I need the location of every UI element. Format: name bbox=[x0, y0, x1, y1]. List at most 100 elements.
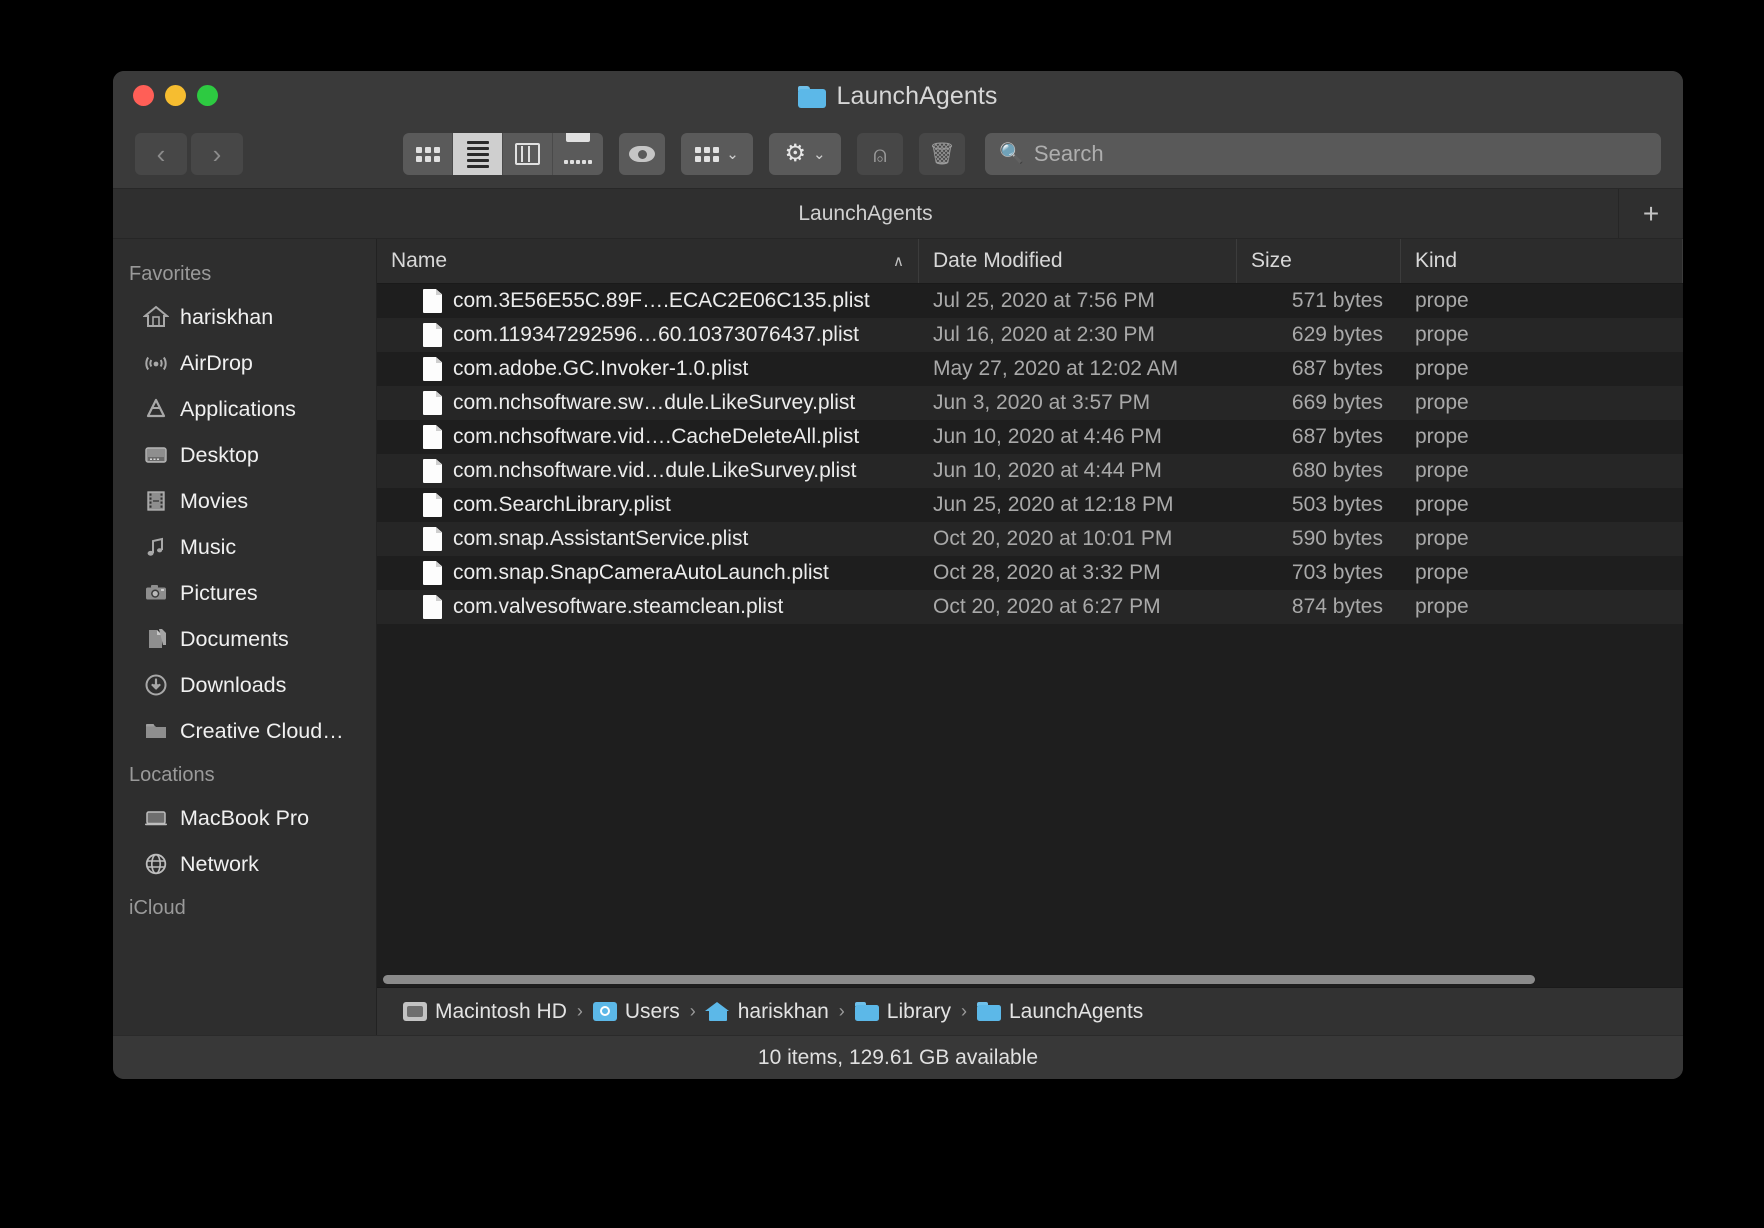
breadcrumb-hariskhan[interactable]: hariskhan bbox=[706, 1000, 829, 1024]
cell-kind: prope bbox=[1415, 357, 1469, 380]
tab-launchagents[interactable]: LaunchAgents bbox=[113, 189, 1619, 238]
sidebar-item-label: Creative Cloud… bbox=[180, 718, 344, 743]
breadcrumb-users[interactable]: Users bbox=[592, 1000, 680, 1024]
cell-date-modified: Jun 25, 2020 at 12:18 PM bbox=[933, 493, 1174, 516]
column-header-size[interactable]: Size bbox=[1237, 239, 1401, 283]
forward-button[interactable]: › bbox=[191, 133, 243, 175]
cell-size: 687 bytes bbox=[1291, 425, 1383, 448]
pictures-icon bbox=[143, 580, 169, 606]
file-name-label: com.3E56E55C.89F….ECAC2E06C135.plist bbox=[453, 289, 870, 312]
share-button[interactable]: ⍝ bbox=[857, 133, 903, 175]
table-row[interactable]: com.nchsoftware.vid…dule.LikeSurvey.plis… bbox=[377, 454, 1683, 488]
table-row[interactable]: com.adobe.GC.Invoker-1.0.plist May 27, 20… bbox=[377, 352, 1683, 386]
cell-name: com.adobe.GC.Invoker-1.0.plist bbox=[377, 357, 919, 381]
sidebar-item-creative-cloud[interactable]: Creative Cloud… bbox=[113, 708, 376, 754]
chevron-right-icon: › bbox=[212, 139, 222, 169]
sidebar-section-header-icloud: iCloud bbox=[129, 897, 186, 919]
sidebar-section-header-locations: Locations bbox=[129, 764, 215, 786]
view-as-gallery-button[interactable] bbox=[553, 133, 603, 175]
view-as-columns-button[interactable] bbox=[503, 133, 553, 175]
sidebar-item-network[interactable]: Network bbox=[113, 841, 376, 887]
search-field[interactable]: 🔍 bbox=[985, 133, 1661, 175]
table-row[interactable]: com.nchsoftware.vid….CacheDeleteAll.plis… bbox=[377, 420, 1683, 454]
horizontal-scrollbar-track[interactable] bbox=[377, 971, 1683, 987]
file-name-label: com.valvesoftware.steamclean.plist bbox=[453, 595, 784, 618]
cell-kind: prope bbox=[1415, 595, 1469, 618]
navigation-buttons: ‹ › bbox=[135, 133, 243, 175]
view-as-icons-button[interactable] bbox=[403, 133, 453, 175]
breadcrumb-label: Macintosh HD bbox=[435, 999, 567, 1023]
document-icon bbox=[423, 561, 442, 585]
sidebar-item-label: AirDrop bbox=[180, 350, 253, 375]
delete-button[interactable]: 🗑 bbox=[919, 133, 965, 175]
sidebar-item-documents[interactable]: Documents bbox=[113, 616, 376, 662]
users-folder-icon bbox=[592, 1002, 617, 1021]
breadcrumb-library[interactable]: Library bbox=[854, 1000, 951, 1024]
tab-label: LaunchAgents bbox=[798, 201, 933, 225]
table-row[interactable]: com.3E56E55C.89F….ECAC2E06C135.plist Jul … bbox=[377, 284, 1683, 318]
breadcrumb-label: hariskhan bbox=[737, 999, 829, 1023]
sidebar-item-macbook-pro[interactable]: MacBook Pro bbox=[113, 795, 376, 841]
table-row[interactable]: com.SearchLibrary.plist Jun 25, 2020 at 1… bbox=[377, 488, 1683, 522]
document-icon bbox=[423, 425, 442, 449]
sidebar-item-pictures[interactable]: Pictures bbox=[113, 570, 376, 616]
sidebar-item-applications[interactable]: Applications bbox=[113, 386, 376, 432]
downloads-icon bbox=[143, 672, 169, 698]
sidebar-item-airdrop[interactable]: AirDrop bbox=[113, 340, 376, 386]
file-name-label: com.SearchLibrary.plist bbox=[453, 493, 671, 516]
sidebar-item-downloads[interactable]: Downloads bbox=[113, 662, 376, 708]
sidebar-item-label: Applications bbox=[180, 396, 296, 421]
column-header-date-label: Date Modified bbox=[933, 249, 1063, 272]
sidebar-item-label: Downloads bbox=[180, 672, 287, 697]
chevron-down-icon-2: ⌄ bbox=[812, 146, 826, 163]
file-name-label: com.nchsoftware.vid….CacheDeleteAll.plis… bbox=[453, 425, 860, 448]
quick-look-button[interactable] bbox=[619, 133, 665, 175]
column-header-kind-label: Kind bbox=[1415, 249, 1458, 272]
breadcrumb-macintosh-hd[interactable]: Macintosh HD bbox=[403, 1000, 567, 1024]
cell-name: com.3E56E55C.89F….ECAC2E06C135.plist bbox=[377, 289, 919, 313]
table-row[interactable]: com.119347292596…60.10373076437.plist Jul… bbox=[377, 318, 1683, 352]
cell-date-modified: Jul 25, 2020 at 7:56 PM bbox=[933, 289, 1155, 312]
search-input[interactable] bbox=[1033, 141, 1647, 167]
cell-kind: prope bbox=[1415, 289, 1469, 312]
cell-kind: prope bbox=[1415, 561, 1469, 584]
cell-date-modified: May 27, 2020 at 12:02 AM bbox=[933, 357, 1179, 380]
table-row[interactable]: com.nchsoftware.sw…dule.LikeSurvey.plist… bbox=[377, 386, 1683, 420]
tab-bar: LaunchAgents + bbox=[113, 189, 1683, 239]
toolbar: ‹ › ⌄ ⚙ ⌄ ⍝ 🗑 🔍 Search bbox=[113, 124, 1683, 184]
breadcrumb-launchagents[interactable]: LaunchAgents bbox=[977, 1000, 1143, 1024]
table-row[interactable]: com.snap.SnapCameraAutoLaunch.plist Oct 2… bbox=[377, 556, 1683, 590]
back-button[interactable]: ‹ bbox=[135, 133, 187, 175]
cell-date-modified: Oct 20, 2020 at 6:27 PM bbox=[933, 595, 1161, 618]
sidebar-item-hariskhan[interactable]: hariskhan bbox=[113, 294, 376, 340]
column-header-name[interactable]: Name ∧ bbox=[377, 239, 919, 283]
file-name-label: com.snap.SnapCameraAutoLaunch.plist bbox=[453, 561, 829, 584]
share-icon: ⍝ bbox=[873, 140, 887, 167]
document-icon bbox=[423, 595, 442, 619]
file-name-label: com.119347292596…60.10373076437.plist bbox=[453, 323, 859, 346]
cell-name: com.snap.AssistantService.plist bbox=[377, 527, 919, 551]
gear-icon: ⚙ bbox=[784, 140, 806, 167]
sidebar-item-music[interactable]: Music bbox=[113, 524, 376, 570]
action-menu-button[interactable]: ⚙ ⌄ bbox=[769, 133, 841, 175]
sidebar-item-desktop[interactable]: Desktop bbox=[113, 432, 376, 478]
cell-name: com.nchsoftware.sw…dule.LikeSurvey.plist bbox=[377, 391, 919, 415]
group-grid-icon bbox=[695, 146, 720, 162]
sidebar-item-label: hariskhan bbox=[180, 304, 274, 329]
table-row[interactable]: com.valvesoftware.steamclean.plist Oct 20… bbox=[377, 590, 1683, 624]
new-tab-button[interactable]: + bbox=[1619, 189, 1683, 238]
document-icon bbox=[423, 493, 442, 517]
view-mode-switcher bbox=[403, 133, 603, 175]
group-items-button[interactable]: ⌄ bbox=[681, 133, 753, 175]
breadcrumb-separator: › bbox=[838, 1001, 845, 1021]
cell-date-modified: Jun 3, 2020 at 3:57 PM bbox=[933, 391, 1151, 414]
table-row[interactable]: com.snap.AssistantService.plist Oct 20, 2… bbox=[377, 522, 1683, 556]
documents-icon bbox=[143, 626, 169, 652]
column-header-kind[interactable]: Kind bbox=[1401, 239, 1683, 283]
sidebar: Favorites hariskhan AirDrop Applications Des… bbox=[113, 239, 377, 1035]
sidebar-item-movies[interactable]: Movies bbox=[113, 478, 376, 524]
view-as-list-button[interactable] bbox=[453, 133, 503, 175]
folder-icon bbox=[854, 1002, 879, 1021]
horizontal-scrollbar-thumb[interactable] bbox=[383, 974, 1535, 984]
column-header-date-modified[interactable]: Date Modified bbox=[919, 239, 1237, 283]
